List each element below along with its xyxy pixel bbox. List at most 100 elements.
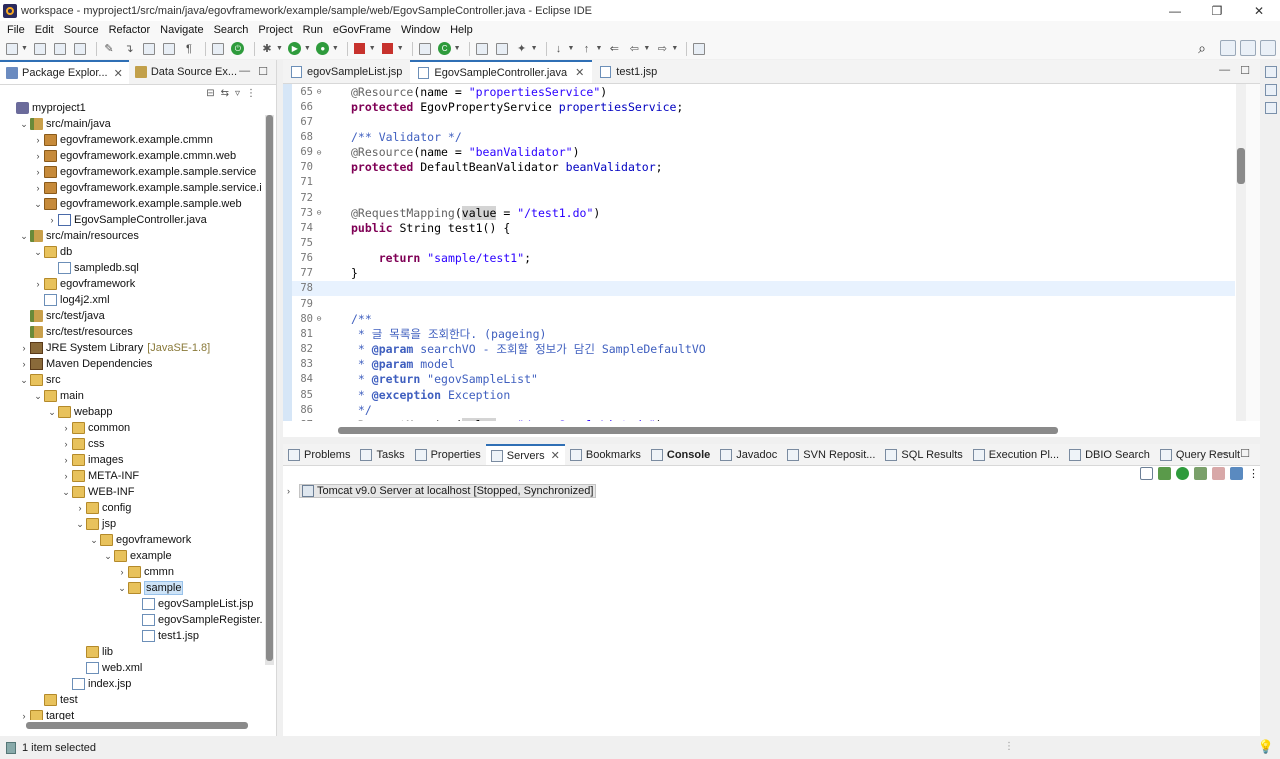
hierarchy-view-icon[interactable]: [1265, 102, 1277, 114]
fold-collapse-icon[interactable]: ⊖: [314, 208, 324, 217]
code-line[interactable]: 66 protected EgovPropertyService properti…: [283, 99, 1235, 114]
show-whitespace-icon[interactable]: ¶: [181, 41, 197, 57]
tree-horizontal-scrollbar[interactable]: [26, 722, 248, 729]
collapse-all-icon[interactable]: [1140, 467, 1153, 480]
tab-data-source-explorer[interactable]: Data Source Ex...: [129, 60, 243, 84]
stop-server-dropdown-icon[interactable]: ▼: [397, 45, 404, 52]
code-line[interactable]: 78: [283, 280, 1235, 296]
search-icon[interactable]: ⌕: [1198, 40, 1206, 57]
save-icon[interactable]: [32, 41, 48, 57]
tree-item[interactable]: ⌄ src/main/java: [18, 116, 111, 132]
chevron-right-icon[interactable]: ›: [32, 135, 44, 145]
tree-item[interactable]: › config: [74, 500, 131, 516]
tab-svn-reposit[interactable]: SVN Reposit...: [782, 444, 880, 465]
code-line[interactable]: 84 * @return "egovSampleList": [283, 372, 1235, 387]
run-external-icon[interactable]: ●: [315, 41, 331, 57]
debug-dropdown-icon[interactable]: ▼: [276, 45, 283, 52]
code-line[interactable]: 73 ⊖ @RequestMapping(value = "/test1.do"): [283, 205, 1235, 220]
tree-item[interactable]: web.xml: [74, 660, 142, 676]
chevron-down-icon[interactable]: ⌄: [116, 583, 128, 594]
chevron-down-icon[interactable]: ⌄: [32, 247, 44, 258]
new-java-package-icon[interactable]: [417, 41, 433, 57]
chevron-down-icon[interactable]: ⌄: [102, 551, 114, 562]
next-annotation-icon[interactable]: ↴: [121, 41, 137, 57]
close-icon[interactable]: ✕: [551, 449, 560, 462]
save-all-icon[interactable]: [52, 41, 68, 57]
code-line[interactable]: 75: [283, 236, 1235, 251]
chevron-down-icon[interactable]: ⌄: [46, 407, 58, 418]
restore-button[interactable]: ❐: [1196, 0, 1238, 21]
maximize-icon[interactable]: ☐: [1240, 447, 1250, 460]
tree-item[interactable]: › egovframework.example.cmmn: [32, 132, 213, 148]
tab-execution-pl[interactable]: Execution Pl...: [968, 444, 1064, 465]
menu-run[interactable]: Run: [298, 24, 328, 36]
run-icon[interactable]: ▶: [287, 41, 303, 57]
collapse-all-icon[interactable]: ⊟: [206, 88, 214, 99]
code-line[interactable]: 85 * @exception Exception: [283, 387, 1235, 402]
stop-server-icon[interactable]: [380, 41, 396, 57]
new-java-class-icon[interactable]: C: [437, 41, 453, 57]
tree-item[interactable]: › css: [60, 436, 105, 452]
fold-collapse-icon[interactable]: ⊖: [314, 87, 324, 96]
server-item[interactable]: › Tomcat v9.0 Server at localhost [Stopp…: [287, 483, 597, 499]
debug-server-icon[interactable]: [1158, 467, 1171, 480]
chevron-down-icon[interactable]: ⌄: [32, 391, 44, 402]
code-line[interactable]: 71: [283, 175, 1235, 190]
tree-item[interactable]: ⌄ example: [102, 548, 172, 564]
minimize-button[interactable]: —: [1154, 0, 1196, 21]
minimize-icon[interactable]: —: [239, 65, 250, 78]
chevron-right-icon[interactable]: ›: [18, 711, 30, 720]
maximize-icon[interactable]: ☐: [1240, 64, 1250, 77]
code-line[interactable]: 79: [283, 296, 1235, 311]
tree-item[interactable]: test1.jsp: [130, 628, 199, 644]
tree-item[interactable]: lib: [74, 644, 113, 660]
stop-dropdown-icon[interactable]: ▼: [369, 45, 376, 52]
open-task-icon[interactable]: [494, 41, 510, 57]
tree-item[interactable]: › egovframework.example.sample.service: [32, 164, 256, 180]
tab-tasks[interactable]: Tasks: [355, 444, 409, 465]
search-tool-icon[interactable]: ✦: [514, 41, 530, 57]
chevron-right-icon[interactable]: ›: [60, 455, 72, 465]
word-wrap-icon[interactable]: [161, 41, 177, 57]
tab-servers[interactable]: Servers ✕: [485, 444, 565, 465]
back-dropdown-icon[interactable]: ▼: [643, 45, 650, 52]
open-perspective-icon[interactable]: [1220, 40, 1236, 56]
forward-icon[interactable]: ⇨: [654, 41, 670, 57]
chevron-right-icon[interactable]: ›: [60, 423, 72, 433]
stop-server-icon[interactable]: [1212, 467, 1225, 480]
last-edit-location-icon[interactable]: ⇐: [606, 41, 622, 57]
start-server-icon[interactable]: [1176, 467, 1189, 480]
tree-item[interactable]: egovSampleList.jsp: [130, 596, 253, 612]
menu-search[interactable]: Search: [209, 24, 254, 36]
close-button[interactable]: ✕: [1238, 0, 1280, 21]
tree-item[interactable]: src/test/resources: [18, 324, 133, 340]
code-line[interactable]: 76 return "sample/test1";: [283, 251, 1235, 266]
tree-item[interactable]: ⌄ webapp: [46, 404, 113, 420]
menu-window[interactable]: Window: [396, 24, 445, 36]
chevron-right-icon[interactable]: ›: [18, 359, 30, 369]
code-line[interactable]: 82 * @param searchVO - 조회할 정보가 담긴 Sample…: [283, 342, 1235, 357]
terminal-icon[interactable]: [210, 41, 226, 57]
link-with-editor-icon[interactable]: ⇆: [221, 88, 229, 99]
minimize-icon[interactable]: —: [1219, 64, 1230, 77]
tree-item[interactable]: › META-INF: [60, 468, 139, 484]
scroll-thumb[interactable]: [266, 115, 273, 661]
chevron-down-icon[interactable]: ⌄: [32, 199, 44, 210]
tree-item[interactable]: ⌄ src: [18, 372, 61, 388]
code-line[interactable]: 68/** Validator */: [283, 129, 1235, 144]
close-icon[interactable]: ✕: [575, 66, 584, 79]
filter-icon[interactable]: ▿: [235, 88, 240, 99]
tree-item[interactable]: ⌄ src/main/resources: [18, 228, 139, 244]
chevron-down-icon[interactable]: ⌄: [18, 231, 30, 242]
tree-item[interactable]: ⌄ egovframework: [88, 532, 191, 548]
tree-item[interactable]: ⌄ db: [32, 244, 72, 260]
java-perspective-icon[interactable]: [1240, 40, 1256, 56]
tree-item[interactable]: › common: [60, 420, 130, 436]
menu-project[interactable]: Project: [253, 24, 297, 36]
code-line[interactable]: 87⊖@RequestMapping(value = "/egovSampleL…: [283, 417, 1235, 421]
chevron-down-icon[interactable]: ⌄: [74, 519, 86, 530]
code-line[interactable]: 65 ⊖ @Resource(name = "propertiesService"): [283, 84, 1235, 99]
editor-tab[interactable]: test1.jsp: [592, 60, 665, 83]
java-ee-perspective-icon[interactable]: [1260, 40, 1276, 56]
view-menu-icon[interactable]: ⋮: [1248, 467, 1259, 480]
